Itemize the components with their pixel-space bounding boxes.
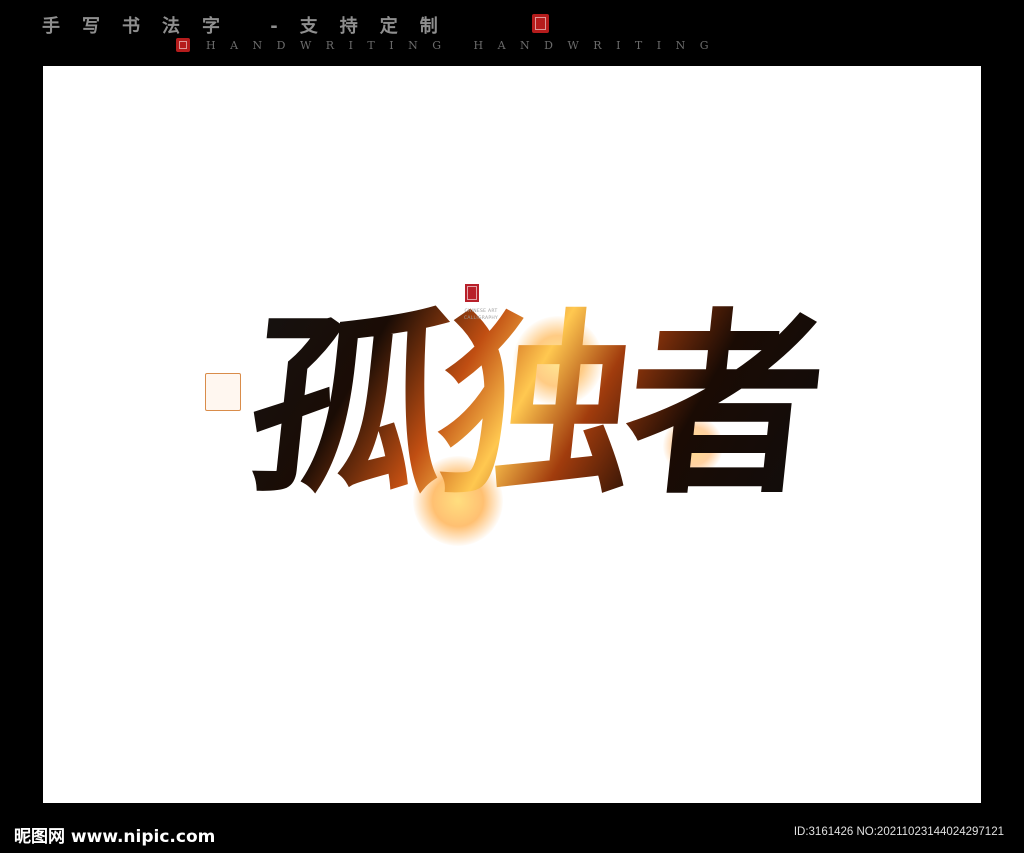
red-seal-stamp bbox=[465, 284, 479, 302]
red-seal-stamp-small bbox=[176, 38, 190, 52]
header-title: 手写书法字 -支持定制 bbox=[42, 16, 460, 37]
calligraphy-text: 孤独者 bbox=[209, 271, 857, 541]
red-seal-stamp bbox=[532, 14, 549, 33]
orange-seal-stamp bbox=[205, 373, 241, 411]
site-logo: 昵图网 www.nipic.com bbox=[14, 827, 216, 847]
calligraphy-caption: CHINESE ART CALLIGRAPHY bbox=[463, 309, 499, 321]
calligraphy-artwork: 孤独者 bbox=[223, 271, 843, 541]
artwork-canvas: 孤独者 CHINESE ART CALLIGRAPHY bbox=[43, 66, 981, 803]
image-id-label: ID:3161426 NO:20211023144024297121 bbox=[793, 826, 1004, 838]
header-banner: 手写书法字 -支持定制 HANDWRITING HANDWRITING bbox=[0, 0, 1024, 66]
header-subtitle: HANDWRITING HANDWRITING bbox=[206, 39, 724, 52]
